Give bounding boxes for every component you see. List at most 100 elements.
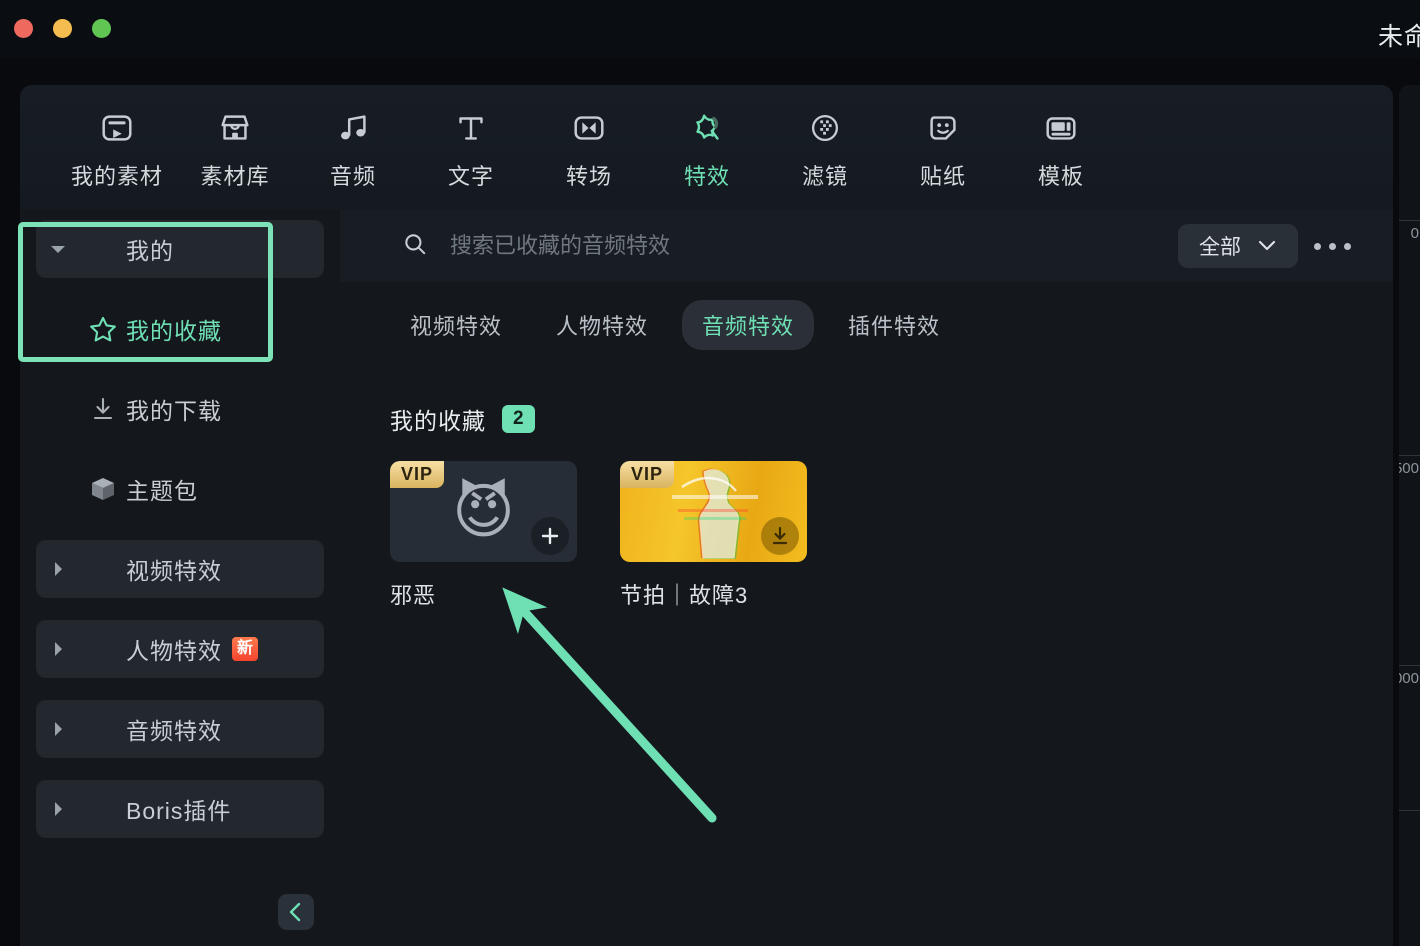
effects-content: 视频特效人物特效音频特效插件特效 我的收藏 2 VIP 😈 邪恶 VIP [340,282,1393,946]
search-input[interactable] [450,233,1178,259]
effect-thumbnail[interactable]: VIP [620,461,807,562]
stock-library-icon [216,105,254,147]
sidebar-item-label: 音频特效 [126,718,222,744]
sidebar-item-视频特效[interactable]: 视频特效 [36,540,324,598]
maximize-window-button[interactable] [92,19,111,38]
nav-item-label: 特效 [683,163,730,189]
sidebar-item-音频特效[interactable]: 音频特效 [36,700,324,758]
tab-插件特效[interactable]: 插件特效 [828,300,960,350]
glitch-thumbnail-figure [672,468,758,559]
nav-item-label: 贴纸 [919,163,966,189]
sidebar-item-label: 我的 [126,238,174,264]
nav-item-特效[interactable]: 特效 [648,105,766,191]
sidebar-collapse-button[interactable] [278,894,314,930]
nav-item-label: 素材库 [200,163,270,189]
sidebar-item-我的[interactable]: 我的 [36,220,324,278]
sidebar-item-label: 视频特效 [126,558,222,584]
ruler-tick [1399,665,1420,666]
ruler-tick [1399,220,1420,221]
sidebar-item-Boris插件[interactable]: Boris插件 [36,780,324,838]
effect-name: 邪恶 [390,583,437,608]
search-icon [402,231,428,262]
filter-circle-icon [806,105,844,147]
transition-icon [570,105,608,147]
sidebar-item-label: Boris插件 [126,798,232,824]
tab-音频特效[interactable]: 音频特效 [682,300,815,350]
filter-selected-value: 全部 [1199,236,1241,259]
sidebar-item-label: 我的收藏 [126,318,222,344]
vip-badge: VIP [620,461,675,488]
nav-item-贴纸[interactable]: 贴纸 [884,105,1002,191]
sidebar-item-人物特效[interactable]: 人物特效新 [36,620,324,678]
template-icon [1042,105,1080,147]
ruler-label-500: 500 [1399,460,1419,477]
caret-down-icon[interactable] [36,244,80,255]
effects-star-icon [688,105,726,147]
traffic-lights [14,19,111,38]
nav-item-我的素材[interactable]: 我的素材 [58,105,176,191]
more-options-icon[interactable] [1314,242,1351,250]
section-title: 我的收藏 [390,408,486,434]
effect-card[interactable]: VIP 😈 邪恶 [390,461,577,610]
nav-item-模板[interactable]: 模板 [1002,105,1120,191]
sidebar-item-我的收藏[interactable]: 我的收藏 [36,300,324,358]
text-t-icon [452,105,490,147]
my-media-icon [98,105,136,147]
download-icon [80,395,126,423]
minimize-window-button[interactable] [53,19,72,38]
effect-type-tabs: 视频特效 人物特效 音频特效 插件特效 [390,282,1393,350]
vip-badge: VIP [390,461,445,488]
ruler-label-0: 0 [1410,225,1419,242]
caret-right-icon[interactable] [36,801,80,817]
devil-emoji-icon: 😈 [452,477,515,545]
ruler-label-1000: 1000 [1399,670,1419,687]
top-navigation: 我的素材 素材库 音频 文字 转场 特效 滤镜 贴纸 模板 [20,85,1393,210]
nav-item-label: 音频 [329,163,376,189]
nav-item-label: 文字 [447,163,494,189]
search-bar: 全部 [340,210,1393,282]
close-window-button[interactable] [14,19,33,38]
effect-thumbnail[interactable]: VIP 😈 [390,461,577,562]
sidebar-item-我的下载[interactable]: 我的下载 [36,380,324,438]
document-title: 未命名 [1378,23,1420,51]
effects-panel: 我的素材 素材库 音频 文字 转场 特效 滤镜 贴纸 模板 搜索已收藏的音频特效… [20,85,1393,946]
download-effect-button[interactable] [761,517,799,555]
sidebar-item-label: 主题包 [126,478,198,504]
audio-note-icon [334,105,372,147]
caret-right-icon[interactable] [36,561,80,577]
nav-item-label: 模板 [1037,163,1084,189]
star-icon [80,314,126,344]
nav-item-滤镜[interactable]: 滤镜 [766,105,884,191]
tab-人物特效[interactable]: 人物特效 [536,300,668,350]
sidebar-item-label: 人物特效 [126,638,222,664]
sidebar-item-主题包[interactable]: 主题包 [36,460,324,518]
ruler-tick [1399,810,1420,811]
filter-dropdown[interactable]: 全部 [1178,224,1298,268]
new-badge: 新 [232,637,259,661]
nav-item-转场[interactable]: 转场 [530,105,648,191]
category-sidebar: 我的我的收藏我的下载主题包视频特效人物特效新音频特效 Boris插件 [20,210,340,946]
nav-item-音频[interactable]: 音频 [294,105,412,191]
effect-card-grid: VIP 😈 邪恶 VIP 节拍｜故障3 [390,461,1393,610]
effect-name: 节拍｜故障3 [620,583,749,608]
section-header: 我的收藏 2 [390,402,1393,436]
add-effect-button[interactable] [531,517,569,555]
nav-item-label: 转场 [565,163,612,189]
ruler-tick [1399,455,1420,456]
caret-right-icon[interactable] [36,641,80,657]
title-bar: 未命名 [0,0,1420,58]
sidebar-item-label: 我的下载 [126,398,222,424]
sticker-face-icon [924,105,962,147]
effect-card[interactable]: VIP 节拍｜故障3 [620,461,807,610]
chevron-down-icon [1257,234,1277,258]
section-count-badge: 2 [502,404,535,434]
caret-right-icon[interactable] [36,721,80,737]
tab-视频特效[interactable]: 视频特效 [390,300,522,350]
app-window: 未命名 0 500 1000 我的素材 素材库 音频 文字 转场 [0,0,1420,946]
nav-item-文字[interactable]: 文字 [412,105,530,191]
nav-item-label: 我的素材 [70,163,163,189]
right-panel-sliver: 0 500 1000 [1399,85,1420,946]
nav-item-label: 滤镜 [801,163,848,189]
package-icon [80,475,126,503]
nav-item-素材库[interactable]: 素材库 [176,105,294,191]
